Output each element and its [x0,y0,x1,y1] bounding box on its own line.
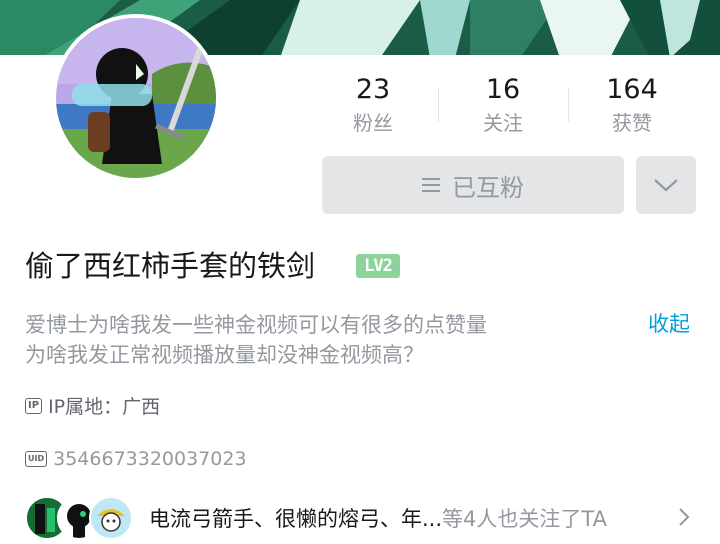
stat-divider [438,88,439,122]
chevron-right-icon [679,508,690,526]
ip-location-row: IP IP属地：广西 [25,392,160,419]
stat-value: 164 [606,74,658,105]
more-options-button[interactable] [636,156,696,214]
level-badge: LV2 [356,254,400,278]
mutual-followers-names: 电流弓箭手、很懒的熔弓、年... [149,507,443,531]
menu-icon [422,178,440,192]
ip-tag-icon: IP [25,397,43,414]
avatar-image [56,18,216,178]
follower-avatar-image [91,498,131,538]
stat-fans[interactable]: 23 粉丝 [318,72,428,138]
mutual-followers-suffix: 等4人也关注了TA [442,507,607,531]
ip-location: IP属地：广西 [48,396,161,418]
uid-row[interactable]: UID 3546673320037023 [25,448,247,470]
uid-tag-icon: UID [25,451,48,467]
stat-likes[interactable]: 164 获赞 [577,72,687,138]
profile-signature: 爱博士为啥我发一些神金视频可以有很多的点赞量 为啥我发正常视频播放量却没神金视频… [25,310,585,370]
stat-label: 关注 [483,111,523,135]
stat-divider [568,88,569,122]
chevron-down-icon [654,179,678,192]
stat-value: 23 [355,74,391,105]
collapse-link[interactable]: 收起 [648,310,690,338]
profile-name: 偷了西红柿手套的铁剑 [25,249,316,283]
stat-label: 获赞 [612,111,652,135]
mutual-follow-button[interactable]: 已互粉 [322,156,624,214]
stat-following[interactable]: 16 关注 [448,72,558,138]
follower-avatar [89,496,133,540]
stat-value: 16 [485,74,521,105]
mutual-followers-row[interactable]: 电流弓箭手、很懒的熔弓、年... 等4人也关注了TA [25,496,705,540]
avatar[interactable] [52,14,220,182]
signature-line: 为啥我发正常视频播放量却没神金视频高？ [25,343,424,367]
mutual-follow-label: 已互粉 [452,173,524,202]
uid-value: 3546673320037023 [53,448,247,470]
signature-line: 爱博士为啥我发一些神金视频可以有很多的点赞量 [25,313,487,337]
stat-label: 粉丝 [353,111,393,135]
